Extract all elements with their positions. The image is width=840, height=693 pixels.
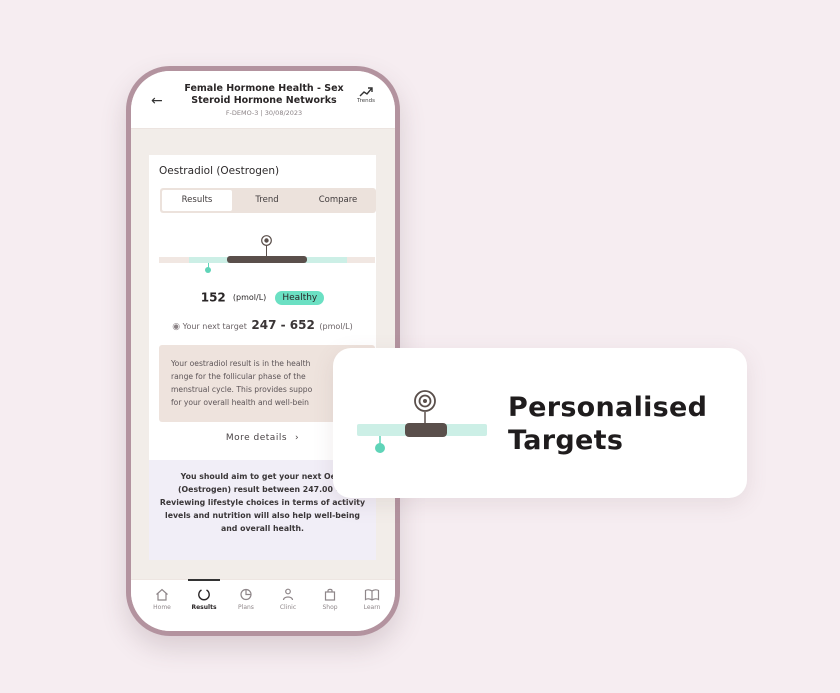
tab-compare[interactable]: Compare: [302, 190, 374, 211]
feature-title-line1: Personalised: [508, 392, 708, 423]
range-low-zone: [159, 257, 189, 263]
shopping-bag-icon: [324, 588, 336, 601]
feature-title-line2: Targets: [508, 425, 624, 456]
feature-title: Personalised Targets: [508, 391, 707, 457]
more-details-label: More details: [225, 433, 288, 443]
nav-item-shop[interactable]: Shop: [311, 588, 349, 611]
nav-item-learn[interactable]: Learn: [353, 588, 391, 611]
personalised-targets-card: Personalised Targets: [333, 348, 747, 498]
results-ring-icon: [198, 589, 210, 601]
next-target-label: Your next target: [182, 322, 247, 331]
nav-label-learn: Learn: [363, 604, 381, 611]
nav-label-results: Results: [191, 604, 217, 611]
range-indicator: [159, 235, 375, 275]
next-target-unit: (pmol/L): [319, 322, 353, 331]
result-value: 152: [200, 290, 226, 305]
page-title-line1: Female Hormone Health - Sex: [184, 83, 344, 94]
tab-results[interactable]: Results: [162, 190, 232, 211]
app-header: ← Female Hormone Health - Sex Steroid Ho…: [131, 71, 395, 129]
range-high-zone: [347, 257, 375, 263]
plans-icon: [240, 588, 252, 601]
advice-text-line: and overall health.: [220, 524, 304, 533]
target-icon: [261, 235, 272, 246]
nav-label-shop: Shop: [322, 604, 338, 611]
page-title: Female Hormone Health - Sex Steroid Horm…: [179, 83, 349, 107]
tab-trend[interactable]: Trend: [232, 190, 302, 211]
next-target-range: 247 - 652: [251, 318, 315, 332]
next-target-row: ◉ Your next target 247 - 652 (pmol/L): [149, 318, 376, 332]
nav-label-plans: Plans: [238, 604, 254, 611]
target-small-icon: ◉: [172, 322, 181, 332]
home-icon: [156, 588, 168, 601]
result-row: 152 (pmol/L) Healthy: [149, 287, 376, 306]
book-icon: [364, 589, 380, 601]
advice-text-line: Reviewing lifestyle choices in terms of …: [159, 498, 366, 507]
nav-item-clinic[interactable]: Clinic: [269, 588, 307, 611]
biomarker-title: Oestradiol (Oestrogen): [159, 165, 280, 177]
trends-button[interactable]: Trends: [351, 87, 381, 104]
back-arrow-icon[interactable]: ←: [151, 93, 163, 109]
clinic-icon: [282, 588, 294, 601]
result-unit: (pmol/L): [232, 293, 267, 302]
page-title-line2: Steroid Hormone Networks: [191, 95, 337, 106]
active-tab-indicator: [188, 579, 220, 581]
chevron-right-icon: ›: [295, 433, 300, 443]
nav-label-home: Home: [153, 604, 171, 611]
result-marker-dot: [205, 267, 211, 273]
view-tabs: Results Trend Compare: [160, 188, 376, 213]
trend-up-icon: [359, 87, 373, 97]
nav-item-plans[interactable]: Plans: [227, 588, 265, 611]
trends-label: Trends: [357, 98, 375, 104]
nav-label-clinic: Clinic: [279, 604, 297, 611]
target-range-bar: [227, 256, 307, 263]
target-range-illustration: [357, 390, 487, 453]
advice-text-line: levels and nutrition will also help well…: [165, 511, 360, 520]
nav-item-results[interactable]: Results: [185, 579, 223, 611]
status-badge: Healthy: [275, 290, 325, 305]
bottom-navigation: Home Results Plans Clinic Shop Learn: [131, 579, 395, 631]
report-id-date: F-DEMO-3 | 30/08/2023: [225, 109, 303, 117]
nav-item-home[interactable]: Home: [143, 588, 181, 611]
